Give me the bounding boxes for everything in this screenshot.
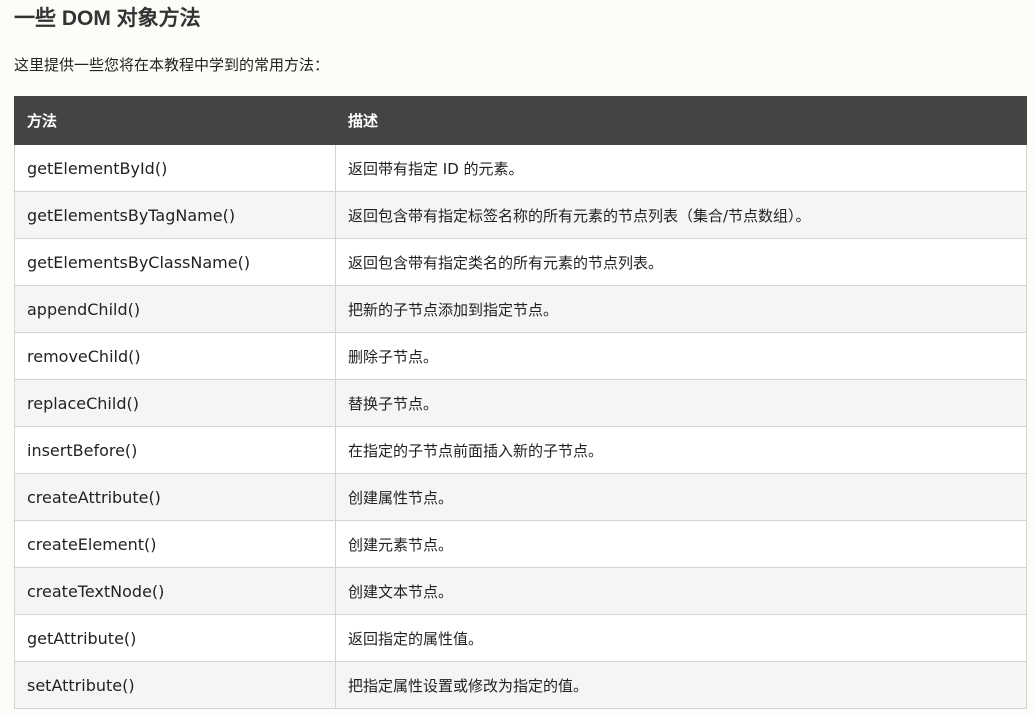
column-header-method: 方法: [14, 96, 336, 145]
description-cell: 删除子节点。: [335, 332, 1027, 380]
table-row: getElementsByTagName() 返回包含带有指定标签名称的所有元素…: [14, 191, 1027, 239]
method-cell: removeChild(): [14, 332, 336, 380]
description-cell: 创建元素节点。: [335, 520, 1027, 568]
method-cell: getElementsByClassName(): [14, 238, 336, 286]
table-row: getElementById() 返回带有指定 ID 的元素。: [14, 144, 1027, 192]
method-cell: createElement(): [14, 520, 336, 568]
table-row: createElement() 创建元素节点。: [14, 520, 1027, 568]
description-cell: 把指定属性设置或修改为指定的值。: [335, 661, 1027, 709]
table-row: getElementsByClassName() 返回包含带有指定类名的所有元素…: [14, 238, 1027, 286]
table-row: createTextNode() 创建文本节点。: [14, 567, 1027, 615]
description-cell: 返回指定的属性值。: [335, 614, 1027, 662]
method-cell: getAttribute(): [14, 614, 336, 662]
method-cell: setAttribute(): [14, 661, 336, 709]
dom-methods-table: 方法 描述 getElementById() 返回带有指定 ID 的元素。 ge…: [14, 96, 1027, 709]
table-row: replaceChild() 替换子节点。: [14, 379, 1027, 427]
table-row: appendChild() 把新的子节点添加到指定节点。: [14, 285, 1027, 333]
section-heading: 一些 DOM 对象方法: [14, 7, 201, 30]
table-header-row: 方法 描述: [14, 96, 1027, 145]
table-row: removeChild() 删除子节点。: [14, 332, 1027, 380]
description-cell: 返回包含带有指定类名的所有元素的节点列表。: [335, 238, 1027, 286]
method-cell: appendChild(): [14, 285, 336, 333]
table-row: setAttribute() 把指定属性设置或修改为指定的值。: [14, 661, 1027, 709]
description-cell: 创建属性节点。: [335, 473, 1027, 521]
method-cell: insertBefore(): [14, 426, 336, 474]
method-cell: createAttribute(): [14, 473, 336, 521]
table-row: getAttribute() 返回指定的属性值。: [14, 614, 1027, 662]
table-row: createAttribute() 创建属性节点。: [14, 473, 1027, 521]
description-cell: 在指定的子节点前面插入新的子节点。: [335, 426, 1027, 474]
page: 一些 DOM 对象方法 这里提供一些您将在本教程中学到的常用方法： 方法 描述 …: [0, 0, 1035, 715]
method-cell: getElementsByTagName(): [14, 191, 336, 239]
intro-text: 这里提供一些您将在本教程中学到的常用方法：: [14, 56, 330, 74]
description-cell: 创建文本节点。: [335, 567, 1027, 615]
method-cell: getElementById(): [14, 144, 336, 192]
description-cell: 返回带有指定 ID 的元素。: [335, 144, 1027, 192]
method-cell: replaceChild(): [14, 379, 336, 427]
table-row: insertBefore() 在指定的子节点前面插入新的子节点。: [14, 426, 1027, 474]
method-cell: createTextNode(): [14, 567, 336, 615]
description-cell: 把新的子节点添加到指定节点。: [335, 285, 1027, 333]
column-header-description: 描述: [335, 96, 1027, 145]
description-cell: 替换子节点。: [335, 379, 1027, 427]
description-cell: 返回包含带有指定标签名称的所有元素的节点列表（集合/节点数组）。: [335, 191, 1027, 239]
